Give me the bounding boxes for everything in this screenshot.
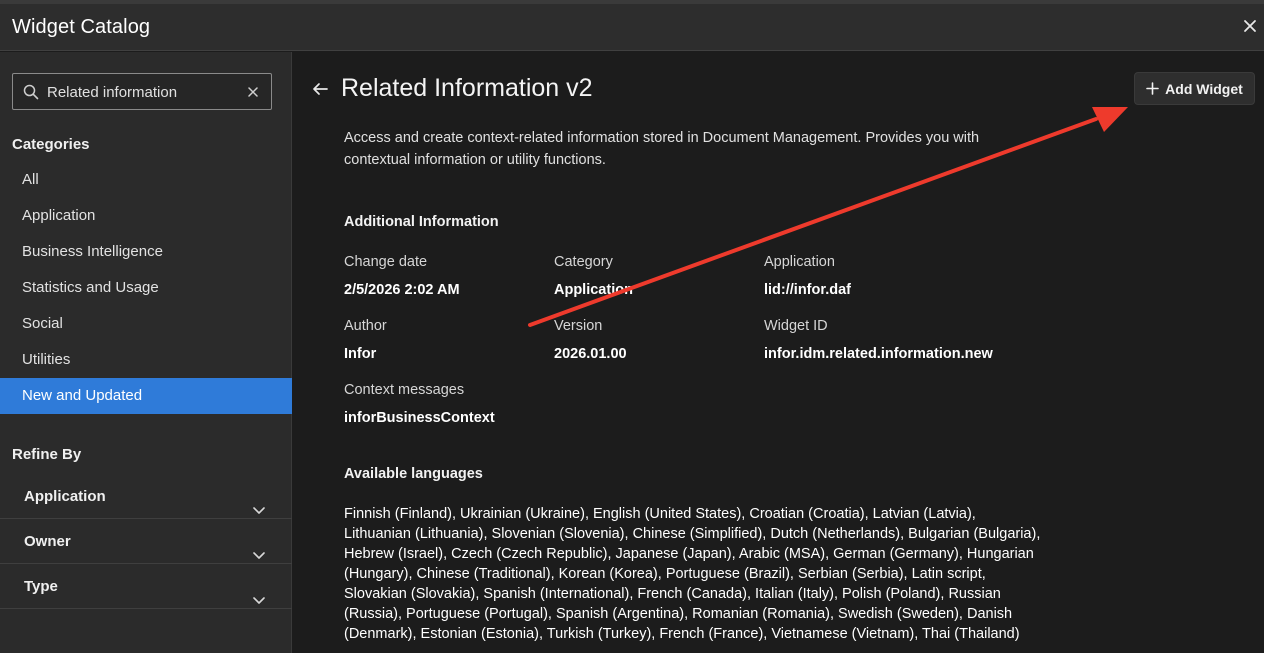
refine-owner-label: Owner	[24, 533, 71, 550]
category-value: Application	[554, 282, 633, 298]
context-messages-label: Context messages	[344, 382, 465, 398]
plus-icon	[1146, 82, 1159, 95]
widget-id-value: infor.idm.related.information.new	[764, 346, 993, 362]
chevron-down-icon	[252, 580, 266, 604]
category-social[interactable]: Social	[0, 306, 292, 342]
chevron-down-icon	[252, 535, 266, 559]
sidebar: Categories All Application Business Inte…	[0, 52, 292, 653]
categories-heading: Categories	[12, 136, 90, 153]
additional-info-heading: Additional Information	[344, 214, 499, 230]
search-box[interactable]	[12, 73, 272, 110]
refine-application-label: Application	[24, 488, 106, 505]
back-arrow-icon[interactable]	[311, 80, 329, 98]
category-label: Category	[554, 254, 613, 270]
refine-owner[interactable]: Owner	[0, 519, 292, 564]
context-messages-value: inforBusinessContext	[344, 410, 495, 426]
refine-type-label: Type	[24, 578, 58, 595]
application-value: lid://infor.daf	[764, 282, 851, 298]
author-label: Author	[344, 318, 387, 334]
title-bar: Widget Catalog	[0, 4, 1264, 51]
search-icon	[23, 84, 39, 100]
version-value: 2026.01.00	[554, 346, 627, 362]
refine-application[interactable]: Application	[0, 474, 292, 519]
languages-heading: Available languages	[344, 466, 483, 482]
languages-list: Finnish (Finland), Ukrainian (Ukraine), …	[344, 506, 1041, 642]
category-statistics-and-usage[interactable]: Statistics and Usage	[0, 270, 292, 306]
chevron-down-icon	[252, 490, 266, 514]
change-date-label: Change date	[344, 254, 428, 270]
add-widget-label: Add Widget	[1165, 80, 1243, 97]
clear-search-icon[interactable]	[245, 84, 261, 100]
refine-heading: Refine By	[12, 446, 82, 463]
application-label: Application	[764, 254, 835, 270]
refine-type[interactable]: Type	[0, 564, 292, 609]
category-all[interactable]: All	[0, 162, 292, 198]
widget-id-label: Widget ID	[764, 318, 828, 334]
category-new-and-updated[interactable]: New and Updated	[0, 378, 292, 414]
author-value: Infor	[344, 346, 377, 362]
close-icon[interactable]	[1240, 16, 1260, 36]
version-label: Version	[554, 318, 603, 334]
add-widget-button[interactable]: Add Widget	[1134, 72, 1255, 105]
category-application[interactable]: Application	[0, 198, 292, 234]
window-title: Widget Catalog	[12, 16, 151, 38]
widget-description: Access and create context-related inform…	[344, 130, 980, 168]
category-utilities[interactable]: Utilities	[0, 342, 292, 378]
widget-title: Related Information v2	[341, 74, 593, 102]
change-date-value: 2/5/2026 2:02 AM	[344, 282, 460, 298]
category-business-intelligence[interactable]: Business Intelligence	[0, 234, 292, 270]
detail-panel: Related Information v2 Add Widget Access…	[293, 52, 1264, 653]
search-input[interactable]	[47, 84, 237, 101]
